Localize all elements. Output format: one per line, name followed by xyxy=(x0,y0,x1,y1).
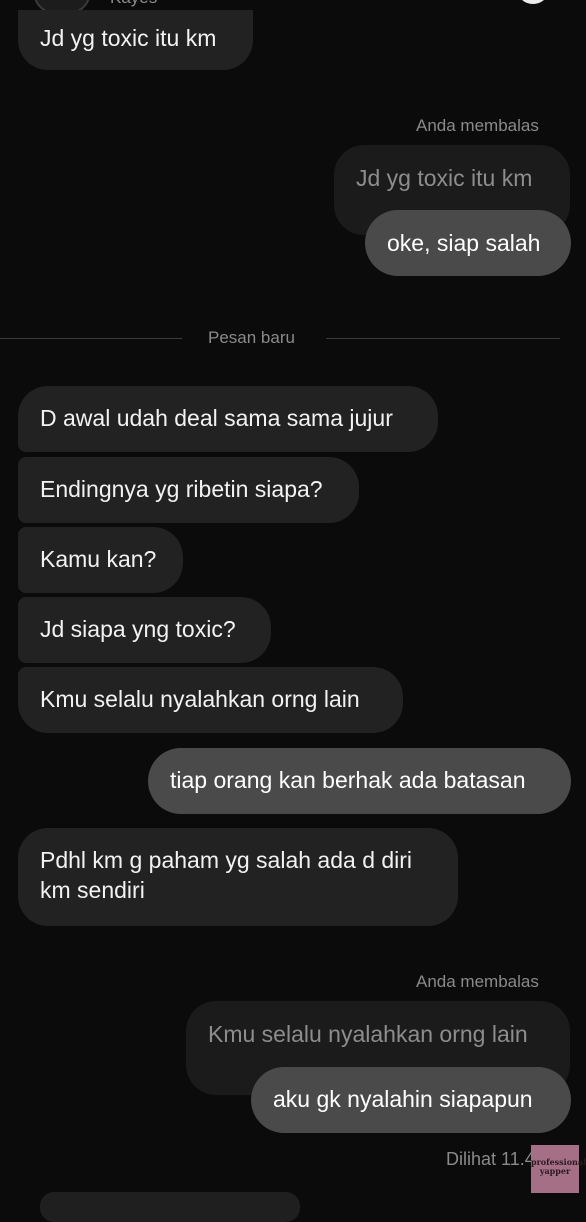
message-text: Jd yg toxic itu km xyxy=(40,25,217,51)
message-bubble-incoming[interactable]: D awal udah deal sama sama jujur xyxy=(18,386,438,452)
message-text-line-1: Pdhl km g paham yg salah ada d diri xyxy=(40,847,413,873)
message-text: Kmu selalu nyalahkan orng lain xyxy=(40,686,360,712)
message-text: Kamu kan? xyxy=(40,546,157,572)
message-bubble-incoming[interactable]: Jd yg toxic itu km xyxy=(18,10,253,70)
reply-label: Anda membalas xyxy=(416,972,539,991)
seen-status: Dilihat 11.49 xyxy=(446,1149,545,1169)
message-text: Endingnya yg ribetin siapa? xyxy=(40,476,323,502)
quoted-text: Jd yg toxic itu km xyxy=(356,165,533,191)
message-text: aku gk nyalahin siapapun xyxy=(273,1086,533,1112)
message-text: oke, siap salah xyxy=(387,230,541,256)
message-text: Jd siapa yng toxic? xyxy=(40,616,236,642)
divider-line-right xyxy=(326,338,560,339)
message-text: tiap orang kan berhak ada batasan xyxy=(170,767,526,793)
message-bubble-incoming[interactable]: Jd siapa yng toxic? xyxy=(18,597,271,663)
message-bubble-incoming[interactable]: Kamu kan? xyxy=(18,527,183,593)
message-bubble-outgoing[interactable]: aku gk nyalahin siapapun xyxy=(251,1067,571,1133)
quoted-text: Kmu selalu nyalahkan orng lain xyxy=(208,1021,528,1047)
message-bubble-outgoing[interactable]: oke, siap salah xyxy=(365,210,571,276)
contact-name[interactable]: Kayes xyxy=(110,0,157,8)
message-text-line-2: km sendiri xyxy=(40,877,145,903)
message-bubble-outgoing[interactable]: tiap orang kan berhak ada batasan xyxy=(148,748,571,814)
new-messages-divider: Pesan baru xyxy=(208,328,295,347)
watermark-line-2: yapper xyxy=(539,1166,571,1176)
watermark-stamp: professional yapper xyxy=(531,1145,586,1193)
info-icon[interactable] xyxy=(518,0,548,4)
reply-label: Anda membalas xyxy=(416,116,539,135)
message-text: D awal udah deal sama sama jujur xyxy=(40,405,393,431)
divider-line-left xyxy=(0,338,182,339)
message-bubble-partial[interactable] xyxy=(40,1192,300,1222)
message-bubble-incoming[interactable]: Pdhl km g paham yg salah ada d diri km s… xyxy=(18,828,458,926)
message-bubble-incoming[interactable]: Endingnya yg ribetin siapa? xyxy=(18,457,359,523)
message-bubble-incoming[interactable]: Kmu selalu nyalahkan orng lain xyxy=(18,667,403,733)
